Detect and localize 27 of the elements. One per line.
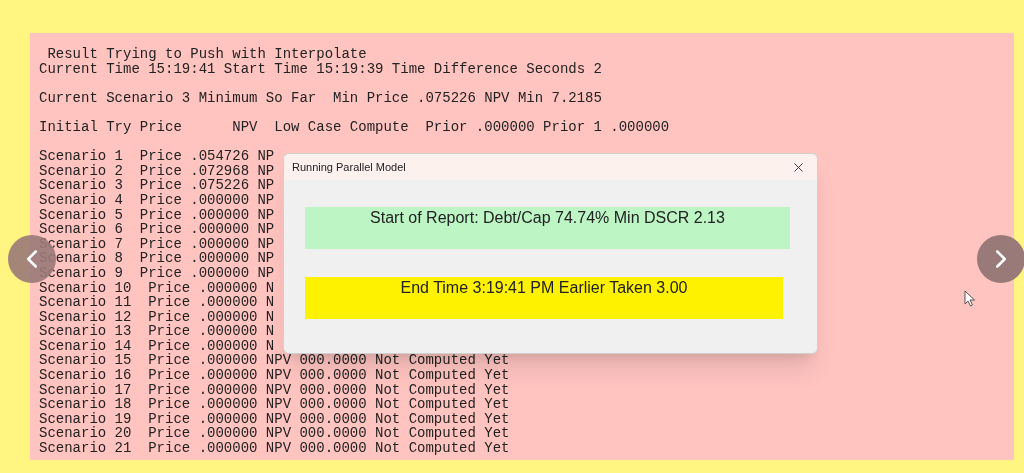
report-line: Initial Try Price NPV Low Case Compute Prior .000000 Prior 1 .000000 xyxy=(39,119,670,135)
scenario-row: Scenario 2 Price .072968 NP xyxy=(39,163,275,179)
scenario-row: Scenario 7 Price .000000 NP xyxy=(39,236,275,252)
scenario-row: Scenario 6 Price .000000 NP xyxy=(39,222,275,237)
scenario-row: Scenario 15 Price .000000 NPV 000.0000 Not Computed Yet xyxy=(39,353,510,369)
scenario-row: Scenario 5 Price .000000 NP xyxy=(39,207,275,223)
scenario-row: Scenario 19 Price .000000 NPV 000.0000 Not Computed Yet xyxy=(39,411,510,427)
scenario-row: Scenario 11 Price .000000 N xyxy=(39,295,275,310)
report-line: Result Trying to Push with Interpolate xyxy=(46,47,367,62)
scenario-row: Scenario 3 Price .075226 NP xyxy=(39,178,275,193)
scenario-row: Scenario 13 Price .000000 N xyxy=(39,324,275,339)
scenario-row: Scenario 10 Price .000000 N xyxy=(39,280,275,296)
mouse-pointer-icon xyxy=(964,290,976,307)
scenario-row: Scenario 14 Price .000000 N xyxy=(39,338,275,354)
scenario-row: Scenario 4 Price .000000 NP xyxy=(39,192,275,208)
scenario-row: Scenario 17 Price .000000 NPV 000.0000 Not Computed Yet xyxy=(39,382,510,398)
scenario-row: Scenario 12 Price .000000 N xyxy=(39,309,275,325)
scenario-row: Scenario 20 Price .000000 NPV 000.0000 Not Computed Yet xyxy=(39,426,510,442)
scenario-row: Scenario 16 Price .000000 NPV 000.0000 Not Computed Yet xyxy=(39,368,510,383)
scenario-row: Scenario 1 Price .054726 NP xyxy=(39,149,275,164)
message-text: End Time 3:19:41 PM Earlier Taken 3.00 xyxy=(400,278,688,298)
dialog-title: Running Parallel Model xyxy=(292,159,406,175)
scenario-row: Scenario 18 Price .000000 NPV 000.0000 Not Computed Yet xyxy=(39,397,510,412)
report-line: Current Scenario 3 Minimum So Far Min Price .075226 NPV Min 7.2185 xyxy=(39,90,602,106)
report-line: Current Time 15:19:41 Start Time 15:19:39 Time Difference Seconds 2 xyxy=(39,61,602,77)
scenario-row: Scenario 21 Price .000000 NPV 000.0000 Not Computed Yet xyxy=(39,441,510,456)
message-text: Start of Report: Debt/Cap 74.74% Min DSCR 2.13 xyxy=(370,208,725,228)
